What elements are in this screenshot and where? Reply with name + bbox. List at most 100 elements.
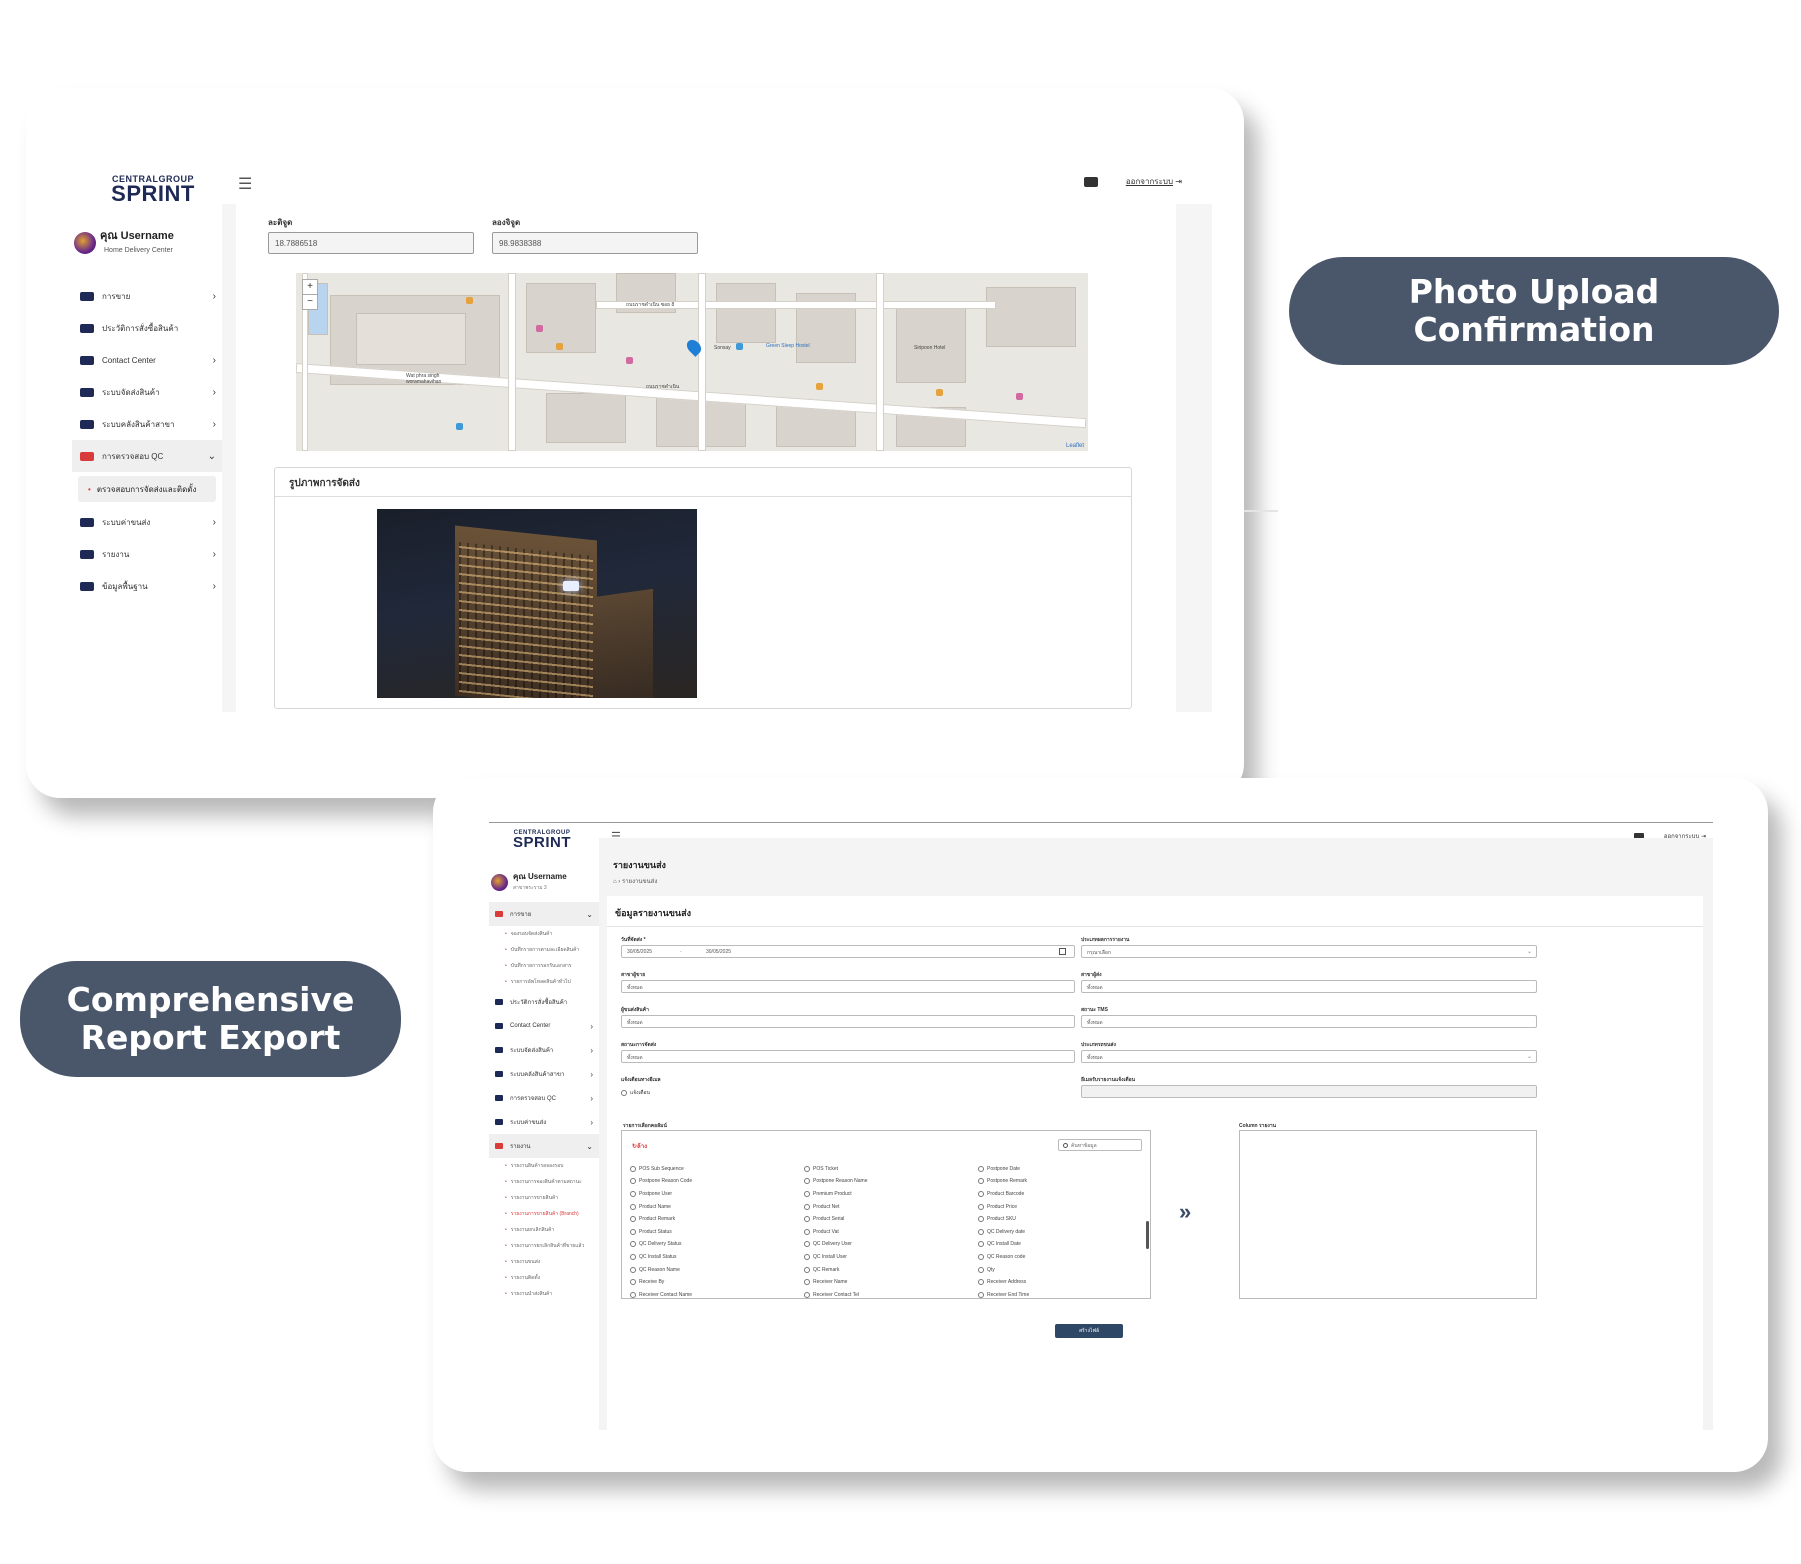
column-option[interactable]: Product Status — [630, 1226, 804, 1238]
column-option[interactable]: Receive By — [630, 1276, 804, 1288]
column-option[interactable]: Qty — [978, 1264, 1146, 1276]
column-option[interactable]: QC Install Status — [630, 1251, 804, 1263]
delivery-photo[interactable] — [377, 509, 697, 698]
column-option[interactable]: Premium Product — [804, 1188, 978, 1200]
sidebar-subitem[interactable]: • รายงานการยกเลิกสินค้าที่ขายแล้ว — [489, 1238, 599, 1254]
car-type-select[interactable]: ทั้งหมด ⌄ — [1081, 1050, 1537, 1063]
email-field[interactable] — [1081, 1085, 1537, 1098]
sidebar-item-master-data[interactable]: ข้อมูลพื้นฐาน › — [72, 570, 222, 602]
create-file-button[interactable]: สร้างไฟล์ — [1055, 1324, 1123, 1338]
sidebar-subitem[interactable]: • จองรอบจัดส่งสินค้า — [489, 926, 599, 942]
hamburger-icon[interactable]: ☰ — [238, 174, 252, 194]
avatar — [74, 232, 96, 254]
sidebar-subitem[interactable]: • รายงานติดตั้ง — [489, 1270, 599, 1286]
logout-link[interactable]: ออกจากระบบ ⇥ — [1126, 175, 1182, 188]
money-icon — [80, 517, 94, 527]
email-notify-radio[interactable]: แจ้งเตือน — [621, 1089, 650, 1097]
column-option[interactable]: QC Reason Name — [630, 1264, 804, 1276]
sidebar-item-qc[interactable]: การตรวจสอบ QC ⌄ — [72, 440, 222, 472]
column-option[interactable]: Receiver Name — [804, 1276, 978, 1288]
column-option[interactable]: QC Reason code — [978, 1251, 1146, 1263]
column-option[interactable]: Postpone Remark — [978, 1176, 1146, 1188]
zoom-out-button[interactable]: − — [303, 294, 317, 309]
latitude-field[interactable]: 18.7886518 — [268, 232, 474, 254]
column-option[interactable]: Product Price — [978, 1201, 1146, 1213]
column-option[interactable]: Postpone Reason Name — [804, 1176, 978, 1188]
sidebar-item-shipping-cost[interactable]: ระบบค่าขนส่ง › — [489, 1110, 599, 1134]
column-option[interactable]: QC Delivery date — [978, 1226, 1146, 1238]
sidebar-subitem[interactable]: • บันทึกรายการรอกรับเอกสาร — [489, 958, 599, 974]
column-option[interactable]: Product Net — [804, 1201, 978, 1213]
tms-status-field[interactable]: ทั้งหมด — [1081, 1015, 1537, 1028]
calendar-icon[interactable] — [1059, 948, 1066, 955]
zoom-in-button[interactable]: + — [303, 280, 317, 294]
breadcrumb-current[interactable]: รายงานขนส่ง — [622, 879, 657, 885]
sidebar-item-delivery[interactable]: ระบบจัดส่งสินค้า › — [72, 376, 222, 408]
column-option[interactable]: QC Delivery User — [804, 1239, 978, 1251]
column-option[interactable]: QC Install Date — [978, 1239, 1146, 1251]
column-option[interactable]: Receiver Contact Name — [630, 1289, 804, 1301]
column-option[interactable]: QC Install User — [804, 1251, 978, 1263]
sidebar-subitem[interactable]: • รายงานสินค้ารอจองรอบ — [489, 1158, 599, 1174]
delivery-field[interactable]: ทั้งหมด — [621, 1015, 1075, 1028]
column-option[interactable]: QC Delivery Status — [630, 1239, 804, 1251]
column-option[interactable]: Postpone User — [630, 1188, 804, 1200]
map-attribution[interactable]: Leaflet — [1066, 443, 1084, 449]
column-option[interactable]: QC Remark — [804, 1264, 978, 1276]
sidebar-subitem-label: รายงานการขายสินค้า (Branch) — [510, 1211, 579, 1217]
sidebar-item-order-history[interactable]: ประวัติการสั่งซื้อสินค้า — [72, 312, 222, 344]
column-option[interactable]: Product Barcode — [978, 1188, 1146, 1200]
column-search-input[interactable]: ค้นหาข้อมูล — [1058, 1139, 1142, 1151]
sidebar-item-shipping-cost[interactable]: ระบบค่าขนส่ง › — [72, 506, 222, 538]
scrollbar[interactable] — [1146, 1221, 1149, 1249]
longitude-field[interactable]: 98.9838388 — [492, 232, 698, 254]
sidebar-item-warehouse[interactable]: ระบบคลังสินค้าสาขา › — [489, 1062, 599, 1086]
column-option[interactable]: Receiver Contact Tel — [804, 1289, 978, 1301]
column-option[interactable]: Receiver End Time — [978, 1289, 1146, 1301]
column-option[interactable]: Product Remark — [630, 1213, 804, 1225]
home-icon[interactable]: ⌂ — [613, 879, 617, 885]
column-option[interactable]: POS Sub Sequence — [630, 1163, 804, 1175]
sales-branch-field[interactable]: ทั้งหมด — [621, 980, 1075, 993]
date-range-field[interactable]: 30/05/2025 - 30/05/2025 — [621, 945, 1075, 958]
column-option-label: Product Remark — [639, 1216, 676, 1223]
sidebar-subitem[interactable]: • รายงานนำส่งสินค้า — [489, 1286, 599, 1302]
column-option[interactable]: POS Ticket — [804, 1163, 978, 1175]
selected-columns-box[interactable] — [1239, 1130, 1537, 1299]
sidebar-subitem-delivery-check[interactable]: • ตรวจสอบการจัดส่งและติดตั้ง — [78, 476, 216, 502]
sidebar-item-reports[interactable]: รายงาน ⌄ — [489, 1134, 599, 1158]
sidebar-item-reports[interactable]: รายงาน › — [72, 538, 222, 570]
column-option[interactable]: Product Vat — [804, 1226, 978, 1238]
move-columns-icon[interactable]: » — [1179, 1199, 1191, 1225]
column-option[interactable]: Product Serial — [804, 1213, 978, 1225]
sidebar-item-contact-center[interactable]: Contact Center › — [489, 1014, 599, 1038]
column-option[interactable]: Product SKU — [978, 1213, 1146, 1225]
reset-button[interactable]: ↻ล้าง — [632, 1141, 647, 1151]
sidebar-item-qc[interactable]: การตรวจสอบ QC › — [489, 1086, 599, 1110]
sidebar-subitem[interactable]: • รายงานการขายสินค้า — [489, 1190, 599, 1206]
brand-logo[interactable]: CENTRALGROUP SPRINT — [104, 174, 202, 205]
store-icon[interactable] — [1083, 176, 1098, 187]
location-map[interactable]: ถนนราชดำเนิน ซอย 8 ถนนราชดำเนิน Wat phra… — [296, 273, 1088, 451]
sidebar-item-delivery[interactable]: ระบบจัดส่งสินค้า › — [489, 1038, 599, 1062]
sidebar-subitem[interactable]: • รายงานการจองสินค้าตามสถานะ — [489, 1174, 599, 1190]
ship-status-field[interactable]: ทั้งหมด — [621, 1050, 1075, 1063]
sidebar-item-order-history[interactable]: ประวัติการสั่งซื้อสินค้า — [489, 990, 599, 1014]
sidebar-subitem[interactable]: • รายการอัพโหลดสินค้าทั่วไป — [489, 974, 599, 990]
report-type-select[interactable]: กรุณาเลือก ⌄ — [1081, 945, 1537, 958]
sidebar-subitem[interactable]: • รายงานการขายสินค้า (Branch) — [489, 1206, 599, 1222]
column-option-label: QC Install Date — [987, 1241, 1021, 1248]
column-option[interactable]: Product Name — [630, 1201, 804, 1213]
column-option[interactable]: Postpone Reason Code — [630, 1176, 804, 1188]
sidebar-subitem[interactable]: • บันทึกรายการตามละเอียดสินค้า — [489, 942, 599, 958]
column-option[interactable]: Postpone Date — [978, 1163, 1146, 1175]
sidebar-item-contact-center[interactable]: Contact Center › — [72, 344, 222, 376]
sidebar-subitem[interactable]: • รายงานยกเลิกสินค้า — [489, 1222, 599, 1238]
brand-logo[interactable]: CENTRALGROUP SPRINT — [507, 830, 577, 850]
column-option[interactable]: Receiver Address — [978, 1276, 1146, 1288]
sidebar-subitem-shipping-report[interactable]: • รายงานขนส่ง — [489, 1254, 599, 1270]
sidebar-item-sales[interactable]: การขาย › — [72, 280, 222, 312]
ship-branch-field[interactable]: ทั้งหมด — [1081, 980, 1537, 993]
sidebar-item-warehouse[interactable]: ระบบคลังสินค้าสาขา › — [72, 408, 222, 440]
sidebar-item-sales[interactable]: การขาย ⌄ — [489, 902, 599, 926]
